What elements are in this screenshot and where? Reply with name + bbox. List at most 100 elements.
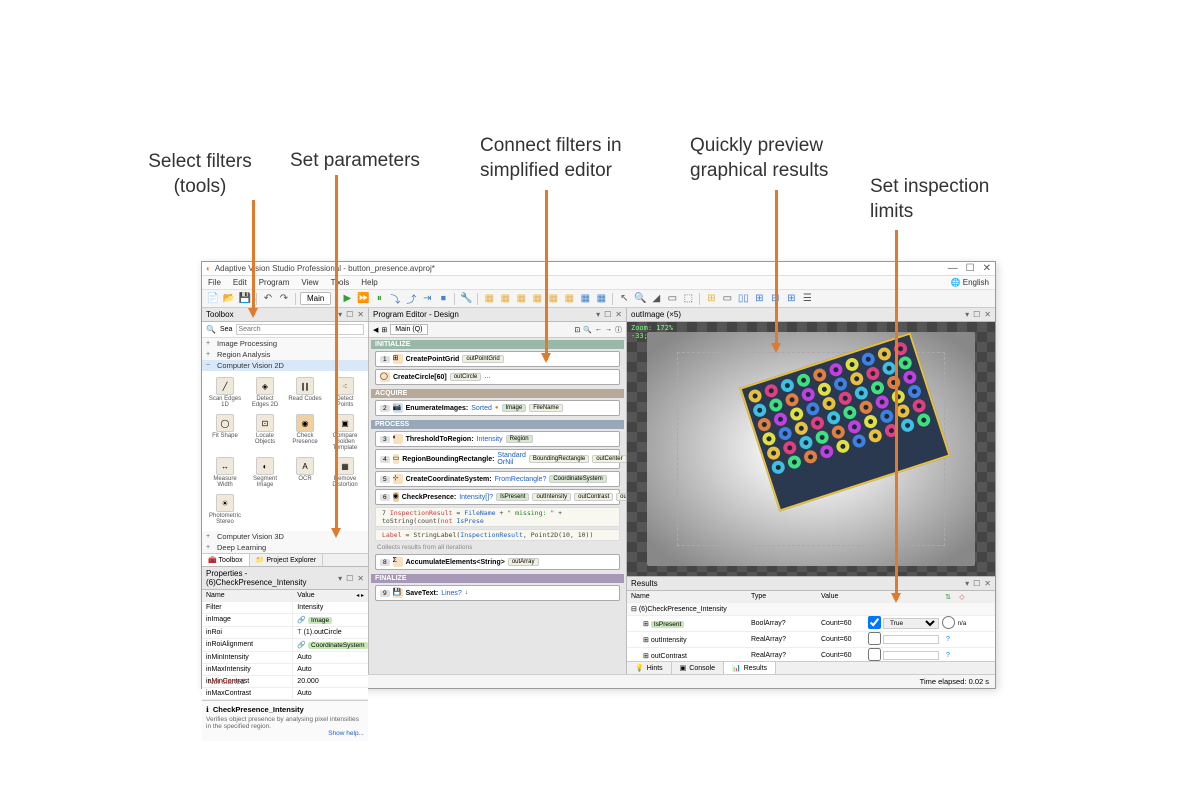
limit-input-intensity[interactable] xyxy=(883,635,939,644)
prop-maxcontrast[interactable]: Auto xyxy=(293,688,368,699)
play-icon[interactable]: ▶ xyxy=(340,292,354,306)
result-row-contrast[interactable]: ⊞ outContrast RealArray? Count=60 ? xyxy=(627,648,995,661)
ruler-icon[interactable]: ◢ xyxy=(649,292,663,306)
code-line-1[interactable]: 7 InspectionResult = FileName + " missin… xyxy=(375,507,620,527)
tool-scan-edges[interactable]: ╱Scan Edges 1D xyxy=(206,375,244,410)
pin-icon[interactable]: ▾ xyxy=(338,310,342,319)
limit-check-intensity[interactable] xyxy=(868,632,881,645)
menu-tools[interactable]: Tools xyxy=(331,278,350,287)
filter-createcircle[interactable]: ◯ CreateCircle[60] outCircle … xyxy=(375,369,620,385)
pe-main-dropdown[interactable]: Main (Q) xyxy=(390,324,427,335)
view2-icon[interactable]: ▦ xyxy=(498,292,512,306)
close-button[interactable]: ✕ xyxy=(983,263,991,274)
step-icon[interactable]: ⤵ xyxy=(388,292,402,306)
filter-enumerate[interactable]: 2 📷 EnumerateImages: Sorted ● Image File… xyxy=(375,400,620,416)
tab-console[interactable]: ▣ Console xyxy=(672,662,724,674)
stop-icon[interactable]: ⏹ xyxy=(436,292,450,306)
menu-help[interactable]: Help xyxy=(361,278,377,287)
tool-check-presence[interactable]: ◉Check Presence xyxy=(286,412,324,453)
limit-check-contrast[interactable] xyxy=(868,648,881,661)
code-line-2[interactable]: Label = StringLabel(InspectionResult, Po… xyxy=(375,529,620,541)
search-input[interactable] xyxy=(236,324,364,335)
main-dropdown[interactable]: Main xyxy=(300,292,331,305)
prop-mincontrast[interactable]: 20.000 xyxy=(293,676,368,687)
tab-project-explorer[interactable]: 📁 Project Explorer xyxy=(250,554,323,566)
result-row-ispresent[interactable]: ⊞ IsPresent BoolArray? Count=60 True n/a xyxy=(627,616,995,632)
limit-select-ispresent[interactable]: True xyxy=(883,618,939,629)
play-loop-icon[interactable]: ⏩ xyxy=(356,292,370,306)
tool-golden-template[interactable]: ▣Compare Golden Template xyxy=(326,412,364,453)
limit-check-ispresent[interactable] xyxy=(868,616,881,629)
pe-nav-left-icon[interactable]: ← xyxy=(595,326,602,333)
tool-read-codes[interactable]: ∥∥Read Codes xyxy=(286,375,324,410)
menu-program[interactable]: Program xyxy=(259,278,290,287)
redo-icon[interactable]: ↷ xyxy=(277,292,291,306)
filter-coordsys[interactable]: 5 ⊹ CreateCoordinateSystem: FromRectangl… xyxy=(375,471,620,487)
save-icon[interactable]: 💾 xyxy=(238,292,252,306)
maximize-button[interactable]: ☐ xyxy=(966,263,975,274)
menu-icon[interactable]: ☰ xyxy=(800,292,814,306)
open-icon[interactable]: 📂 xyxy=(222,292,236,306)
view5-icon[interactable]: ▦ xyxy=(546,292,560,306)
cat-cv-2d[interactable]: −Computer Vision 2D xyxy=(202,360,368,371)
cursor-icon[interactable]: ↖ xyxy=(617,292,631,306)
layout3-icon[interactable]: ⊞ xyxy=(752,292,766,306)
minimize-button[interactable]: — xyxy=(948,263,958,274)
layout4-icon[interactable]: ⊟ xyxy=(768,292,782,306)
prop-maxint[interactable]: Auto xyxy=(293,664,368,675)
tab-toolbox[interactable]: 🧰 Toolbox xyxy=(202,554,250,566)
cat-image-processing[interactable]: +Image Processing xyxy=(202,338,368,349)
pe-nav-right-icon[interactable]: → xyxy=(605,326,612,333)
view8-icon[interactable]: ▦ xyxy=(594,292,608,306)
tool-detect-points[interactable]: ⁖Detect Points xyxy=(326,375,364,410)
pause-icon[interactable]: ⏸ xyxy=(372,292,386,306)
view3-icon[interactable]: ▦ xyxy=(514,292,528,306)
fit-icon[interactable]: ⊞ xyxy=(704,292,718,306)
layout1-icon[interactable]: ▭ xyxy=(720,292,734,306)
tool-icon[interactable]: 🔧 xyxy=(459,292,473,306)
tab-hints[interactable]: 💡 Hints xyxy=(627,662,672,674)
tab-results[interactable]: 📊 Results xyxy=(724,662,776,674)
tool-ocr[interactable]: AOCR xyxy=(286,455,324,490)
pe-back-icon[interactable]: ◀ xyxy=(373,326,378,334)
prop-inimage[interactable]: 🔗 Image xyxy=(293,614,368,626)
pe-search-icon[interactable]: 🔍 xyxy=(583,326,592,334)
undo-icon[interactable]: ↶ xyxy=(261,292,275,306)
close-panel-icon[interactable]: ✕ xyxy=(357,310,364,319)
prop-inroi[interactable]: T (1).outCircle xyxy=(293,627,368,638)
region-icon[interactable]: ▭ xyxy=(665,292,679,306)
filter-accumulate[interactable]: 8 Σ AccumulateElements<String> outArray xyxy=(375,554,620,570)
menu-edit[interactable]: Edit xyxy=(233,278,247,287)
cat-region-analysis[interactable]: +Region Analysis xyxy=(202,349,368,360)
limit-input-contrast[interactable] xyxy=(883,651,939,660)
menu-view[interactable]: View xyxy=(301,278,318,287)
layout2-icon[interactable]: ▯▯ xyxy=(736,292,750,306)
tool-detect-edges[interactable]: ◈Detect Edges 2D xyxy=(246,375,284,410)
new-icon[interactable]: 📄 xyxy=(206,292,220,306)
layout5-icon[interactable]: ⊞ xyxy=(784,292,798,306)
result-row-intensity[interactable]: ⊞ outIntensity RealArray? Count=60 ? xyxy=(627,632,995,648)
view7-icon[interactable]: ▦ xyxy=(578,292,592,306)
program-canvas[interactable]: INITIALIZE 1 ⊞ CreatePointGrid outPointG… xyxy=(369,338,626,674)
prop-filter[interactable]: Intensity xyxy=(293,602,368,613)
pe-info-icon[interactable]: ⓘ xyxy=(615,325,622,335)
pe-zoom-fit-icon[interactable]: ⊡ xyxy=(574,326,580,334)
view6-icon[interactable]: ▦ xyxy=(562,292,576,306)
step-over-icon[interactable]: ⤴ xyxy=(404,292,418,306)
help-icon[interactable]: ? xyxy=(941,636,955,643)
tool-measure-width[interactable]: ↔Measure Width xyxy=(206,455,244,490)
filter-createpointgrid[interactable]: 1 ⊞ CreatePointGrid outPointGrid xyxy=(375,351,620,367)
filter-savetext[interactable]: 9 💾 SaveText: Lines? ↓ xyxy=(375,585,620,601)
menu-file[interactable]: File xyxy=(208,278,221,287)
prop-minint[interactable]: Auto xyxy=(293,652,368,663)
3d-icon[interactable]: ⬚ xyxy=(681,292,695,306)
view1-icon[interactable]: ▦ xyxy=(482,292,496,306)
tool-remove-distortion[interactable]: ▦Remove Distortion xyxy=(326,455,364,490)
help-icon[interactable]: ? xyxy=(941,652,955,659)
tool-locate-objects[interactable]: ⊡Locate Objects xyxy=(246,412,284,453)
prop-alignment[interactable]: 🔗 CoordinateSystem xyxy=(293,639,368,651)
tool-segment-image[interactable]: ◐Segment Image xyxy=(246,455,284,490)
cat-cv-3d[interactable]: +Computer Vision 3D xyxy=(202,531,368,542)
limit-radio-ispresent[interactable] xyxy=(942,616,955,629)
language-selector[interactable]: 🌐 English xyxy=(951,278,989,287)
